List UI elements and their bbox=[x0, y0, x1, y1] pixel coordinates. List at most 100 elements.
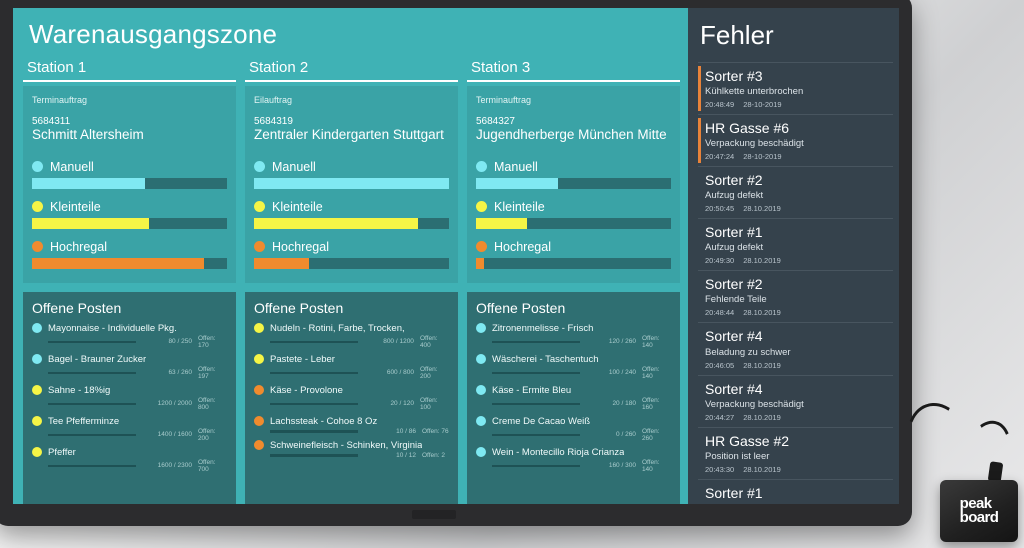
progress-label-text: Manuell bbox=[494, 159, 538, 174]
error-time: 20:48:44 bbox=[705, 308, 735, 318]
item-progress-track bbox=[270, 340, 358, 344]
error-item[interactable]: Sorter #2 Aufzug defekt 20:50:45 28.10.2… bbox=[698, 166, 893, 218]
item-progress-track bbox=[48, 464, 136, 468]
progress-fill bbox=[32, 177, 146, 189]
list-item[interactable]: Zitronenmelisse - Frisch 120 / 260 Offen… bbox=[476, 323, 671, 349]
item-name: Nudeln - Rotini, Farbe, Trocken, bbox=[270, 322, 405, 334]
error-item[interactable]: HR Gasse #6 Verpackung beschädigt 20:47:… bbox=[698, 114, 893, 166]
order-card[interactable]: Terminauftrag 5684327 Jugendherberge Mün… bbox=[467, 85, 680, 283]
item-open-count: Offen: 200 bbox=[197, 427, 216, 442]
error-timestamp: 20:48:49 28-10-2019 bbox=[705, 100, 893, 109]
list-item[interactable]: Nudeln - Rotini, Farbe, Trocken, 800 / 1… bbox=[254, 323, 449, 349]
item-name: Lachssteak - Cohoe 8 Oz bbox=[270, 415, 378, 427]
error-source: HR Gasse #6 bbox=[705, 120, 790, 137]
progress-row: Kleinteile bbox=[254, 200, 449, 229]
list-item-head: Tee Pfefferminze bbox=[32, 416, 227, 427]
item-open-count: Offen: 200 bbox=[419, 365, 438, 380]
station-card[interactable]: Station 1 Terminauftrag 5684311 Schmitt … bbox=[23, 59, 236, 504]
progress-track bbox=[254, 177, 449, 189]
error-item[interactable]: Sorter #3 Kühlkette unterbrochen 20:48:4… bbox=[698, 62, 893, 114]
item-name: Pfeffer bbox=[48, 446, 76, 458]
item-name: Käse - Ermite Bleu bbox=[492, 384, 572, 396]
list-item-head: Käse - Ermite Bleu bbox=[476, 385, 671, 396]
list-item-head: Schweinefleisch - Schinken, Virginia bbox=[254, 440, 449, 451]
item-status-dot bbox=[32, 323, 42, 334]
item-quantity: 80 / 250 bbox=[168, 338, 192, 346]
progress-label: Manuell bbox=[254, 160, 449, 174]
error-timestamp: 20:44:27 28.10.2019 bbox=[705, 413, 893, 422]
order-customer: Jugendherberge München Mitte bbox=[476, 127, 667, 143]
error-timestamp: 20:43:30 28.10.2019 bbox=[705, 465, 893, 474]
list-item-head: Bagel - Brauner Zucker bbox=[32, 354, 227, 365]
error-source: Sorter #4 bbox=[705, 380, 763, 397]
progress-bars: Manuell Kleinteile Hochregal bbox=[476, 160, 671, 269]
list-item[interactable]: Wein - Montecillo Rioja Crianza 160 / 30… bbox=[476, 447, 671, 473]
list-item[interactable]: Käse - Ermite Bleu 20 / 180 Offen: 160 bbox=[476, 385, 671, 411]
error-item[interactable]: Sorter #4 Verpackung beschädigt 20:44:27… bbox=[698, 374, 893, 427]
list-item[interactable]: Creme De Cacao Weiß 0 / 260 Offen: 260 bbox=[476, 416, 671, 442]
error-source: Sorter #1 bbox=[705, 224, 763, 241]
list-item[interactable]: Pfeffer 1600 / 2300 Offen: 700 bbox=[32, 447, 227, 473]
list-item[interactable]: Lachssteak - Cohoe 8 Oz 10 / 86 Offen: 7… bbox=[254, 416, 449, 435]
order-card[interactable]: Eilauftrag 5684319 Zentraler Kindergarte… bbox=[245, 85, 458, 283]
progress-row: Kleinteile bbox=[32, 200, 227, 229]
station-card[interactable]: Station 2 Eilauftrag 5684319 Zentraler K… bbox=[245, 59, 458, 504]
item-status-dot bbox=[32, 354, 42, 365]
error-source: Sorter #4 bbox=[705, 328, 763, 345]
list-item[interactable]: Schweinefleisch - Schinken, Virginia 10 … bbox=[254, 440, 449, 459]
error-date: 28-10-2019 bbox=[743, 100, 782, 110]
list-item[interactable]: Pastete - Leber 600 / 800 Offen: 200 bbox=[254, 354, 449, 380]
list-item-meta: 800 / 1200 Offen: 400 bbox=[254, 335, 449, 349]
progress-fill bbox=[476, 177, 558, 189]
progress-label: Kleinteile bbox=[254, 200, 449, 214]
error-item[interactable]: Sorter #4 Beladung zu schwer 20:46:05 28… bbox=[698, 322, 893, 374]
page-title: Warenausgangszone bbox=[29, 19, 278, 49]
open-items-title: Offene Posten bbox=[32, 299, 122, 316]
item-progress-track bbox=[492, 433, 580, 437]
list-item[interactable]: Sahne - 18%ig 1200 / 2000 Offen: 800 bbox=[32, 385, 227, 411]
item-status-dot bbox=[254, 385, 264, 396]
status-dot-hochregal bbox=[476, 241, 487, 253]
order-customer: Schmitt Altersheim bbox=[32, 127, 144, 143]
item-name: Creme De Cacao Weiß bbox=[492, 415, 591, 427]
item-progress-track bbox=[492, 371, 580, 375]
error-message: Beladung zu schwer bbox=[705, 346, 791, 358]
list-item-head: Zitronenmelisse - Frisch bbox=[476, 323, 671, 334]
error-timestamp: 20:50:45 28.10.2019 bbox=[705, 204, 893, 213]
progress-row: Hochregal bbox=[32, 240, 227, 269]
list-item-meta: 0 / 260 Offen: 260 bbox=[476, 428, 671, 442]
item-open-count: Offen: 140 bbox=[641, 458, 660, 473]
item-status-dot bbox=[32, 447, 42, 458]
order-type: Terminauftrag bbox=[32, 94, 88, 105]
item-name: Bagel - Brauner Zucker bbox=[48, 353, 147, 365]
error-item[interactable]: HR Gasse #2 Position ist leer 20:43:30 2… bbox=[698, 426, 893, 479]
item-progress-track bbox=[492, 340, 580, 344]
list-item[interactable]: Bagel - Brauner Zucker 63 / 260 Offen: 1… bbox=[32, 354, 227, 380]
error-item[interactable]: Sorter #1 Aufzug defekt 20:49:30 28.10.2… bbox=[698, 218, 893, 270]
progress-label: Hochregal bbox=[254, 240, 449, 254]
progress-label: Manuell bbox=[32, 160, 227, 174]
list-item-meta: 1200 / 2000 Offen: 800 bbox=[32, 397, 227, 411]
list-item[interactable]: Tee Pfefferminze 1400 / 1600 Offen: 200 bbox=[32, 416, 227, 442]
item-name: Wäscherei - Taschentuch bbox=[492, 353, 599, 365]
list-item-head: Wäscherei - Taschentuch bbox=[476, 354, 671, 365]
list-item[interactable]: Mayonnaise - Individuelle Pkg. 80 / 250 … bbox=[32, 323, 227, 349]
open-items-card: Offene Posten Mayonnaise - Individuelle … bbox=[23, 291, 236, 504]
error-date: 28.10.2019 bbox=[743, 464, 781, 474]
item-progress-track bbox=[492, 402, 580, 406]
error-source: HR Gasse #2 bbox=[705, 432, 790, 449]
error-item[interactable]: Sorter #1 bbox=[698, 478, 893, 504]
list-item-meta: 160 / 300 Offen: 140 bbox=[476, 459, 671, 473]
station-card[interactable]: Station 3 Terminauftrag 5684327 Jugendhe… bbox=[467, 59, 680, 504]
order-card[interactable]: Terminauftrag 5684311 Schmitt Altersheim… bbox=[23, 85, 236, 283]
list-item[interactable]: Käse - Provolone 20 / 120 Offen: 100 bbox=[254, 385, 449, 411]
list-item[interactable]: Wäscherei - Taschentuch 100 / 240 Offen:… bbox=[476, 354, 671, 380]
error-item[interactable]: Sorter #2 Fehlende Teile 20:48:44 28.10.… bbox=[698, 270, 893, 322]
progress-track bbox=[476, 257, 671, 269]
item-name: Pastete - Leber bbox=[270, 353, 335, 365]
item-quantity: 600 / 800 bbox=[386, 369, 414, 377]
progress-label-text: Manuell bbox=[272, 159, 316, 174]
error-message: Fehlende Teile bbox=[705, 294, 767, 306]
list-item-meta: 120 / 260 Offen: 140 bbox=[476, 335, 671, 349]
progress-row: Kleinteile bbox=[476, 200, 671, 229]
